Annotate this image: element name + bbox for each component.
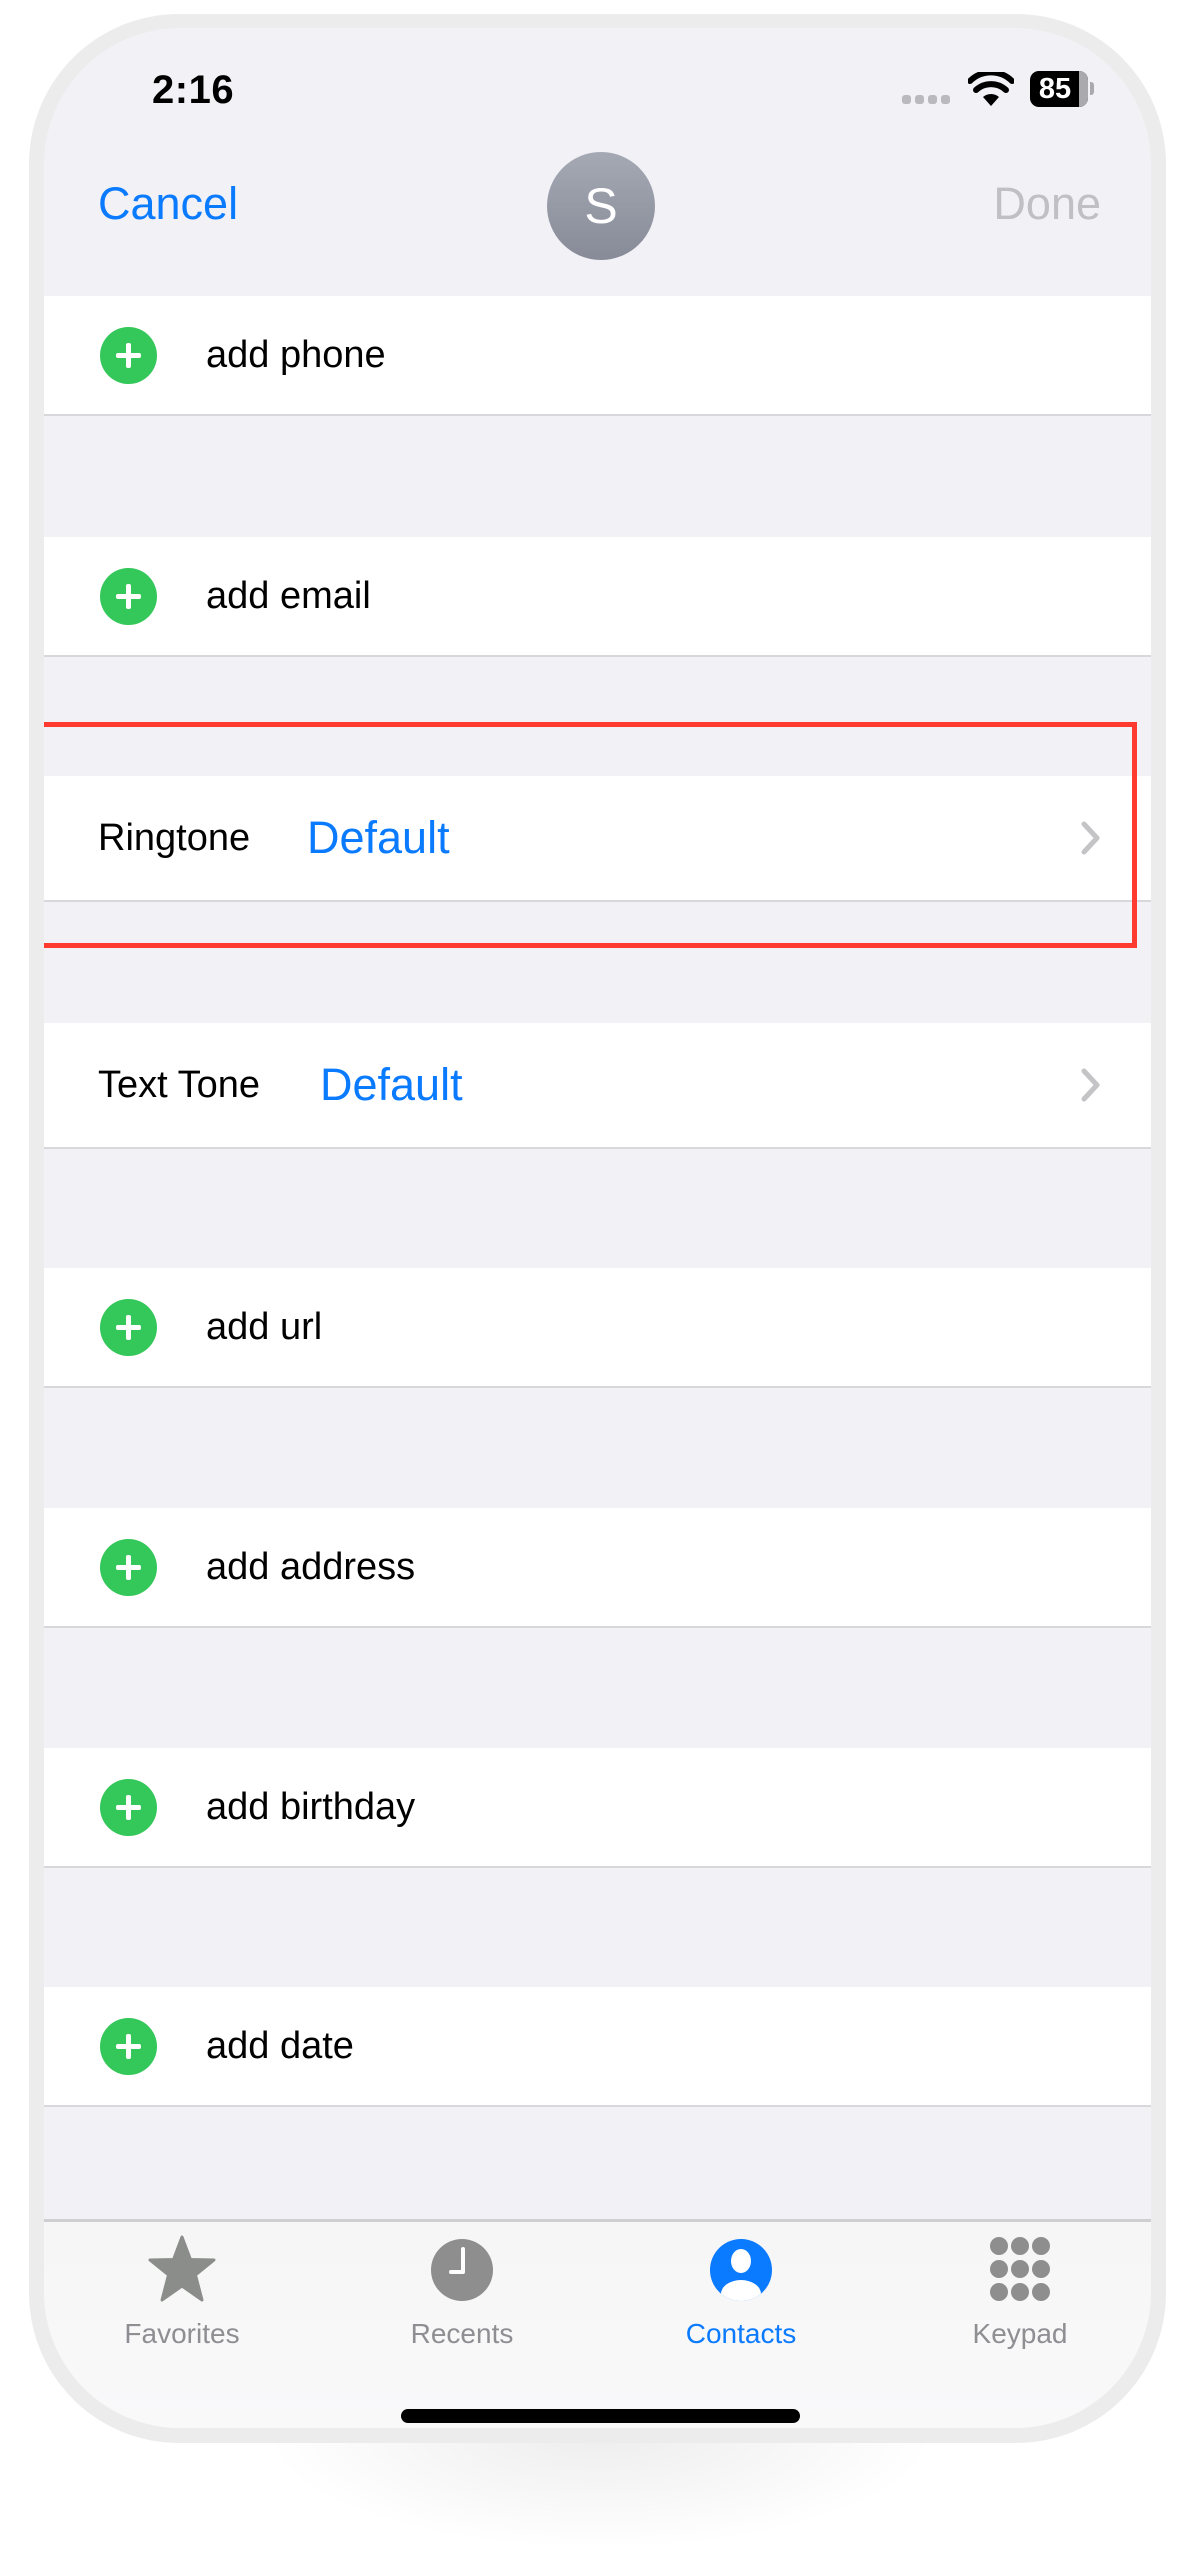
cellular-signal-icon — [902, 95, 950, 104]
phone-screen: 2:16 85 Cancel S Done add phone add emai… — [44, 28, 1151, 2428]
battery-level: 85 — [1038, 72, 1072, 105]
tab-label: Contacts — [685, 2318, 797, 2349]
ringtone-label: Ringtone — [98, 816, 251, 859]
done-button[interactable]: Done — [993, 178, 1101, 230]
tab-label: Recents — [410, 2318, 514, 2349]
row-label: add url — [206, 1305, 323, 1348]
add-plus-icon[interactable] — [100, 567, 157, 625]
text-tone-value: Default — [320, 1059, 463, 1110]
chevron-right-icon — [1081, 821, 1100, 855]
add-phone-row[interactable]: add phone — [44, 296, 1151, 416]
ringtone-value: Default — [307, 812, 450, 863]
person-circle-icon — [710, 2239, 772, 2301]
keypad-icon — [990, 2237, 1050, 2301]
ringtone-row[interactable]: Ringtone Default — [44, 776, 1151, 902]
add-plus-icon[interactable] — [100, 1298, 157, 1356]
row-label: add date — [206, 2024, 354, 2067]
text-tone-label: Text Tone — [98, 1063, 260, 1106]
tab-contacts[interactable]: Contacts — [641, 2222, 841, 2362]
add-address-row[interactable]: add address — [44, 1508, 1151, 1628]
row-label: add email — [206, 574, 371, 617]
add-url-row[interactable]: add url — [44, 1268, 1151, 1388]
chevron-right-icon — [1081, 1068, 1100, 1102]
battery-icon: 85 — [1030, 71, 1088, 107]
cancel-button[interactable]: Cancel — [98, 178, 238, 230]
row-label: add phone — [206, 333, 386, 376]
tab-favorites[interactable]: Favorites — [82, 2222, 282, 2362]
row-label: add address — [206, 1545, 416, 1588]
add-plus-icon[interactable] — [100, 1538, 157, 1596]
tab-bar: Favorites Recents Contacts Keypad — [44, 2219, 1151, 2428]
battery-cap — [1090, 82, 1094, 95]
star-icon — [148, 2235, 216, 2302]
status-time: 2:16 — [152, 68, 235, 112]
add-plus-icon[interactable] — [100, 1778, 157, 1836]
row-label: add birthday — [206, 1785, 416, 1828]
tab-keypad[interactable]: Keypad — [920, 2222, 1120, 2362]
add-birthday-row[interactable]: add birthday — [44, 1748, 1151, 1868]
text-tone-row[interactable]: Text Tone Default — [44, 1023, 1151, 1149]
add-email-row[interactable]: add email — [44, 537, 1151, 657]
add-plus-icon[interactable] — [100, 326, 157, 384]
tab-recents[interactable]: Recents — [362, 2222, 562, 2362]
avatar-initial: S — [584, 178, 618, 234]
tab-label: Keypad — [972, 2318, 1068, 2349]
tab-label: Favorites — [124, 2318, 240, 2349]
add-date-row[interactable]: add date — [44, 1987, 1151, 2107]
clock-icon — [431, 2239, 493, 2301]
home-indicator[interactable] — [401, 2409, 800, 2423]
contact-avatar[interactable]: S — [547, 152, 655, 260]
add-plus-icon[interactable] — [100, 2017, 157, 2075]
wifi-icon — [968, 72, 1014, 106]
